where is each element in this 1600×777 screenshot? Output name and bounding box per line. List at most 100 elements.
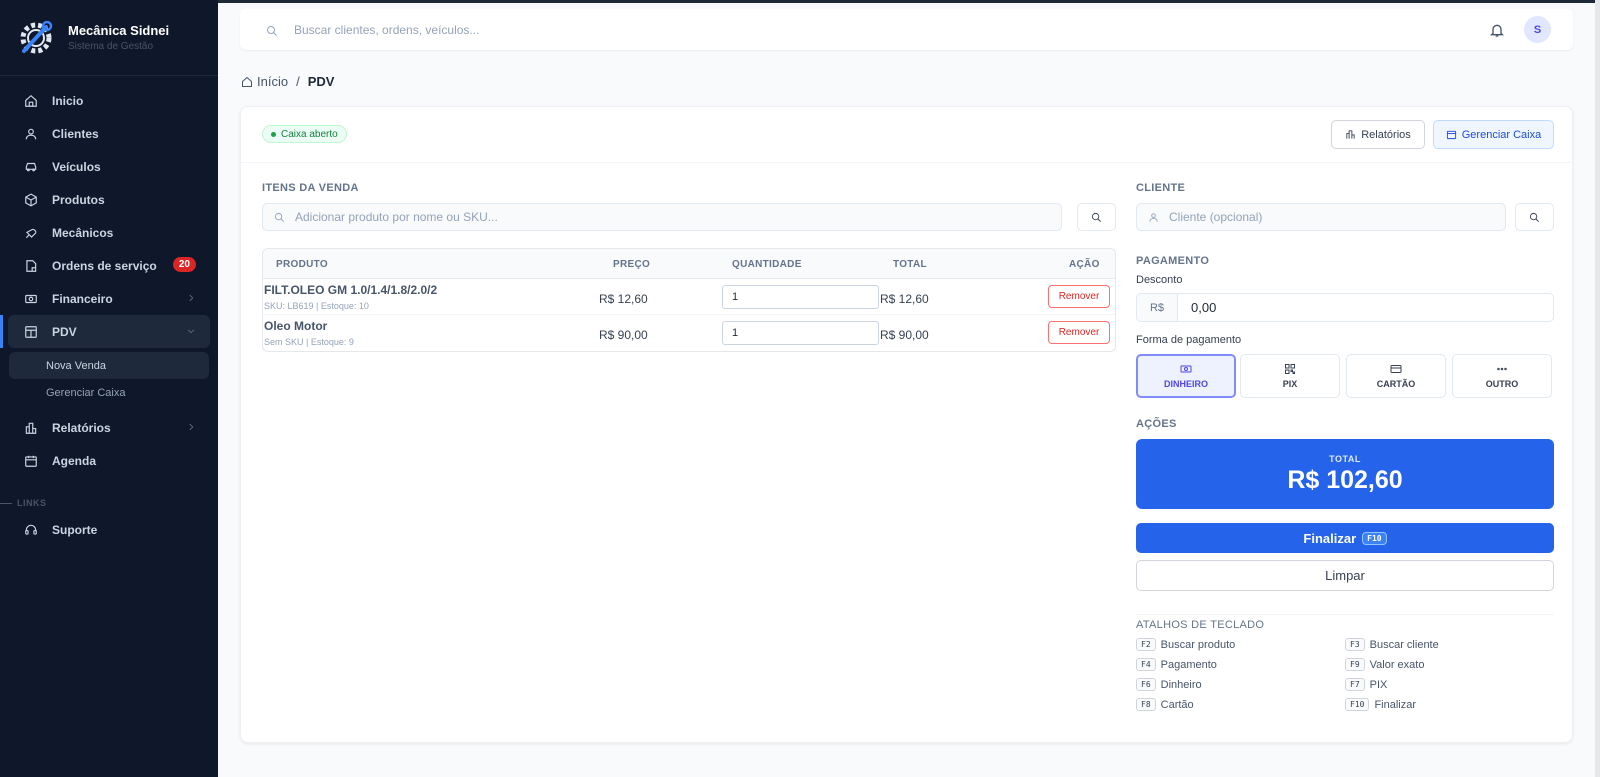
quantity-input[interactable]: 1: [722, 321, 879, 345]
user-icon: [1149, 212, 1158, 222]
product-name: FILT.OLEO GM 1.0/1.4/1.8/2.0/2: [264, 283, 438, 297]
status-dot: [271, 131, 276, 137]
client-search-button[interactable]: [1515, 203, 1554, 231]
breadcrumb-home[interactable]: Início: [257, 74, 288, 89]
product-search-input[interactable]: Adicionar produto por nome ou SKU...: [262, 203, 1062, 231]
sidebar-item-agenda[interactable]: Agenda: [0, 444, 218, 477]
items-section-title: ITENS DA VENDA: [262, 182, 359, 194]
qr-icon: [1285, 364, 1295, 374]
shortcut-key: F4: [1136, 658, 1156, 671]
payment-option-label: DINHEIRO: [1163, 379, 1208, 389]
sidebar-item-label: Suporte: [52, 522, 98, 537]
cash-icon: [1180, 365, 1192, 373]
sidebar-item-label: Agenda: [52, 453, 97, 468]
table-row: FILT.OLEO GM 1.0/1.4/1.8/2.0/2 SKU: LB61…: [263, 279, 1115, 315]
bell-icon[interactable]: [1489, 22, 1505, 38]
global-search-input[interactable]: Buscar clientes, ordens, veículos...: [294, 23, 479, 37]
payment-option-label: PIX: [1282, 379, 1298, 389]
remove-item-button[interactable]: Remover: [1048, 321, 1110, 344]
sidebar-item-financeiro[interactable]: Financeiro: [0, 282, 218, 315]
sidebar-item-inicio[interactable]: Inicio: [0, 84, 218, 117]
shortcut-label: Pagamento: [1160, 658, 1217, 671]
client-input[interactable]: Cliente (opcional): [1136, 203, 1506, 231]
search-icon: [274, 212, 284, 222]
table-row: Oleo Motor Sem SKU | Estoque: 9 R$ 90,00…: [263, 315, 1115, 351]
finalize-button[interactable]: Finalizar F10: [1136, 523, 1554, 553]
shortcut-item: F4 Pagamento: [1136, 658, 1217, 671]
discount-field[interactable]: R$ 0,00: [1136, 293, 1554, 322]
sidebar-item-suporte[interactable]: Suporte: [0, 513, 218, 546]
chart-icon: [1346, 130, 1355, 139]
remove-item-button[interactable]: Remover: [1048, 285, 1110, 308]
sidebar-item-clientes[interactable]: Clientes: [0, 117, 218, 150]
box-icon: [24, 192, 38, 207]
card-icon: [1390, 365, 1402, 373]
payment-option-pix[interactable]: PIX: [1240, 354, 1340, 398]
manage-cash-button-label: Gerenciar Caixa: [1461, 128, 1542, 141]
divider: [1136, 614, 1554, 615]
payment-option-dinheiro[interactable]: DINHEIRO: [1136, 354, 1236, 398]
page-scrollbar[interactable]: [1595, 0, 1600, 777]
car-icon: [24, 160, 38, 174]
avatar[interactable]: S: [1524, 16, 1551, 43]
shortcut-key: F9: [1345, 658, 1365, 671]
shortcut-key: F7: [1345, 678, 1365, 691]
status-text: Caixa aberto: [281, 128, 338, 140]
payment-option-label: CARTÃO: [1376, 379, 1416, 389]
gear-wrench-logo-icon: [20, 20, 53, 53]
payment-option-outro[interactable]: OUTRO: [1452, 354, 1552, 398]
card-header: Caixa aberto Relatórios Gerenciar Caixa: [241, 107, 1572, 163]
quantity-input[interactable]: 1: [722, 285, 879, 309]
reports-button-label: Relatórios: [1361, 128, 1411, 141]
store-icon: [24, 325, 38, 339]
shortcuts-title: ATALHOS DE TECLADO: [1136, 619, 1265, 631]
column-header-price: PREÇO: [613, 259, 651, 270]
brand-subtitle: Sistema de Gestão: [68, 41, 154, 52]
sidebar-item-label: Clientes: [52, 126, 99, 141]
column-header-product: PRODUTO: [276, 259, 328, 270]
sidebar-item-relatorios[interactable]: Relatórios: [0, 411, 218, 444]
sidebar-item-veiculos[interactable]: Veículos: [0, 150, 218, 183]
payment-option-cartao[interactable]: CARTÃO: [1346, 354, 1446, 398]
shortcut-label: Cartão: [1160, 698, 1194, 711]
product-search-button[interactable]: [1077, 203, 1116, 231]
row-total: R$ 90,00: [880, 328, 929, 342]
shortcut-key: F8: [1136, 698, 1156, 711]
shortcut-key: F3: [1345, 638, 1365, 651]
total-value: R$ 102,60: [1287, 466, 1403, 494]
sidebar-item-produtos[interactable]: Produtos: [0, 183, 218, 216]
sidebar-item-label: Veículos: [52, 159, 101, 174]
headset-icon: [24, 523, 38, 537]
shortcut-item: F7 PIX: [1345, 678, 1387, 691]
shortcut-key: F10: [1345, 698, 1370, 711]
chevron-right-icon: [186, 421, 196, 431]
reports-button[interactable]: Relatórios: [1331, 120, 1425, 149]
sidebar-item-ordens[interactable]: Ordens de serviço 20: [0, 249, 218, 282]
topbar: Buscar clientes, ordens, veículos... S: [240, 9, 1573, 50]
shortcut-key: F2: [1136, 638, 1156, 651]
discount-label: Desconto: [1136, 274, 1183, 286]
row-total: R$ 12,60: [880, 292, 929, 306]
sidebar-item-label: Produtos: [52, 192, 105, 207]
shortcut-label: Finalizar: [1374, 698, 1417, 711]
shortcut-key: F6: [1136, 678, 1156, 691]
search-icon: [1091, 212, 1101, 222]
sidebar-item-pdv[interactable]: PDV: [0, 315, 210, 348]
shortcut-item: F2 Buscar produto: [1136, 638, 1235, 651]
search-icon: [1529, 212, 1539, 222]
home-icon: [242, 76, 252, 87]
total-label: TOTAL: [1329, 454, 1361, 464]
payment-method-label: Forma de pagamento: [1136, 334, 1242, 346]
sidebar-item-mecanicos[interactable]: Mecânicos: [0, 216, 218, 249]
sidebar-subitem-nova-venda[interactable]: Nova Venda: [9, 352, 209, 379]
search-icon: [266, 24, 278, 36]
sidebar-item-label: Inicio: [52, 93, 84, 108]
links-section-label: LINKS: [0, 493, 218, 513]
more-icon: [1497, 367, 1507, 371]
shortcut-label: PIX: [1369, 678, 1388, 691]
manage-cash-button[interactable]: Gerenciar Caixa: [1433, 120, 1554, 149]
chart-icon: [24, 421, 38, 435]
user-icon: [24, 127, 38, 141]
sidebar-subitem-gerenciar-caixa[interactable]: Gerenciar Caixa: [0, 379, 218, 406]
clear-button[interactable]: Limpar: [1136, 560, 1554, 591]
